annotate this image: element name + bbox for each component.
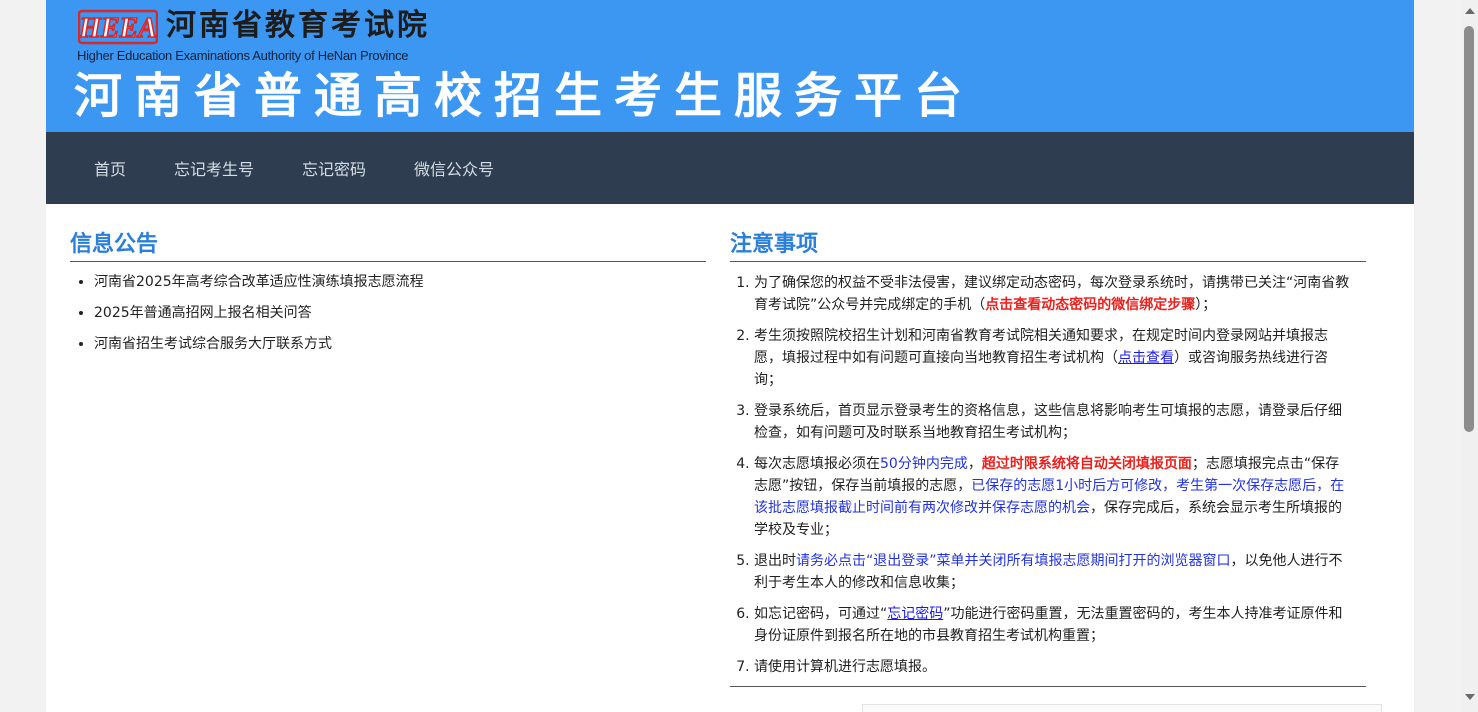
notes-list: 为了确保您的权益不受非法侵害，建议绑定动态密码，每次登录系统时，请携带已关注“河…: [730, 272, 1366, 687]
wechat-binding-steps-link[interactable]: 点击查看动态密码的微信绑定步骤: [985, 297, 1195, 313]
announcements-title: 信息公告: [70, 230, 706, 262]
login-panel-edge: [862, 704, 1382, 712]
org-name-en: Higher Education Examinations Authority …: [77, 48, 409, 63]
note-item-1: 为了确保您的权益不受非法侵害，建议绑定动态密码，每次登录系统时，请携带已关注“河…: [754, 272, 1350, 316]
nav-item-home[interactable]: 首页: [94, 156, 126, 180]
announcement-item[interactable]: 2025年普通高招网上报名相关问答: [94, 303, 706, 323]
forgot-password-link[interactable]: 忘记密码: [887, 606, 943, 622]
org-name-cn: 河南省教育考试院: [166, 8, 430, 43]
page: HEEA 河南省教育考试院 Higher Education Examinati…: [46, 0, 1414, 712]
note-text: ）；: [1195, 297, 1217, 313]
note-text: 请使用计算机进行志愿填报。: [754, 659, 936, 675]
notes-section: 注意事项 为了确保您的权益不受非法侵害，建议绑定动态密码，每次登录系统时，请携带…: [730, 230, 1366, 687]
note-item-4: 每次志愿填报必须在50分钟内完成，超过时限系统将自动关闭填报页面；志愿填报完点击…: [754, 453, 1350, 541]
note-emphasis-red: 超过时限系统将自动关闭填报页面: [981, 456, 1192, 472]
announcement-link[interactable]: 河南省招生考试综合服务大厅联系方式: [94, 336, 332, 352]
nav-item-forgot-exam-number[interactable]: 忘记考生号: [174, 156, 254, 180]
note-item-2: 考生须按照院校招生计划和河南省教育考试院相关通知要求，在规定时间内登录网站并填报…: [754, 325, 1350, 391]
note-text: 退出时: [754, 553, 796, 569]
note-text: 如忘记密码，可通过“: [754, 606, 888, 622]
note-item-7: 请使用计算机进行志愿填报。: [754, 656, 1350, 678]
announcements-list: 河南省2025年高考综合改革适应性演练填报志愿流程 2025年普通高招网上报名相…: [70, 272, 706, 354]
heea-logo: HEEA: [78, 9, 158, 45]
main-nav: 首页 忘记考生号 忘记密码 微信公众号: [46, 132, 1414, 204]
announcements-section: 信息公告 河南省2025年高考综合改革适应性演练填报志愿流程 2025年普通高招…: [70, 230, 706, 365]
note-emphasis-blue: 50分钟内完成: [880, 456, 968, 472]
announcement-item[interactable]: 河南省2025年高考综合改革适应性演练填报志愿流程: [94, 272, 706, 292]
note-text: ，: [967, 456, 982, 472]
scrollbar-thumb[interactable]: [1464, 26, 1474, 432]
note-emphasis-blue: 请务必点击“退出登录”菜单并关闭所有填报志愿期间打开的浏览器窗口: [796, 553, 1231, 569]
nav-item-wechat-account[interactable]: 微信公众号: [414, 156, 494, 180]
heea-logo-text: HEEA: [78, 13, 157, 44]
note-text: 每次志愿填报必须在: [754, 456, 880, 472]
view-institutions-link[interactable]: 点击查看: [1118, 350, 1174, 366]
scroll-up-arrow-icon[interactable]: [1465, 8, 1475, 14]
note-item-3: 登录系统后，首页显示登录考生的资格信息，这些信息将影响考生可填报的志愿，请登录后…: [754, 400, 1350, 444]
scroll-down-arrow-icon[interactable]: [1465, 694, 1475, 700]
nav-item-forgot-password[interactable]: 忘记密码: [302, 156, 366, 180]
announcement-link[interactable]: 河南省2025年高考综合改革适应性演练填报志愿流程: [94, 274, 424, 290]
header-banner: HEEA 河南省教育考试院 Higher Education Examinati…: [46, 0, 1414, 132]
note-item-6: 如忘记密码，可通过“忘记密码”功能进行密码重置，无法重置密码的，考生本人持准考证…: [754, 603, 1350, 647]
platform-title: 河南省普通高校招生考生服务平台: [74, 68, 975, 124]
notes-title: 注意事项: [730, 230, 1366, 262]
announcement-item[interactable]: 河南省招生考试综合服务大厅联系方式: [94, 334, 706, 354]
note-text: 登录系统后，首页显示登录考生的资格信息，这些信息将影响考生可填报的志愿，请登录后…: [754, 403, 1342, 441]
vertical-scrollbar[interactable]: [1461, 0, 1478, 712]
note-item-5: 退出时请务必点击“退出登录”菜单并关闭所有填报志愿期间打开的浏览器窗口，以免他人…: [754, 550, 1350, 594]
announcement-link[interactable]: 2025年普通高招网上报名相关问答: [94, 305, 312, 321]
